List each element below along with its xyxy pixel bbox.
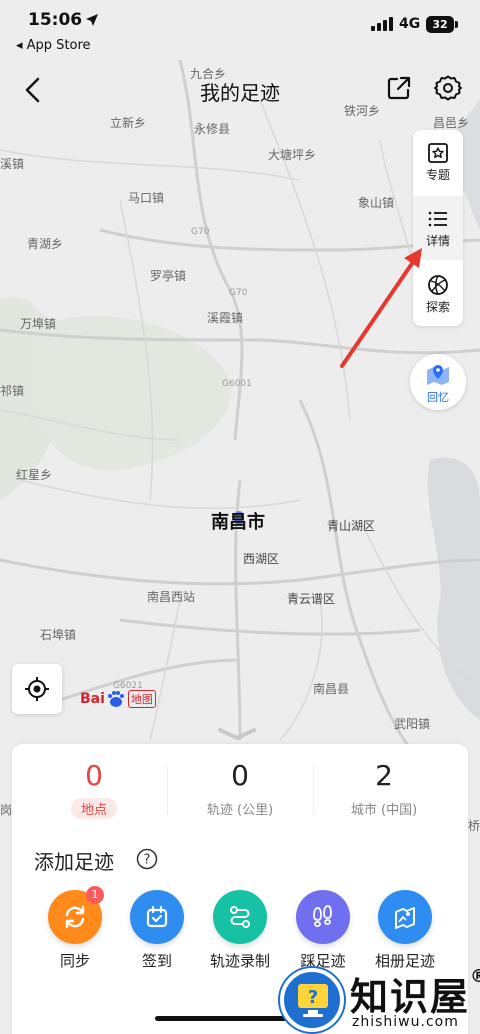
map-label: 昌邑乡 [433, 116, 470, 130]
action-track-record[interactable]: 轨迹录制 [205, 890, 275, 971]
map-label: 青湖乡 [27, 237, 64, 251]
stat-label: 城市 (中国) [350, 803, 418, 818]
sync-icon [65, 905, 85, 929]
action-checkin[interactable]: 签到 [122, 890, 192, 971]
map-label: 南昌西站 [147, 590, 196, 604]
map-label: 铁河乡 [344, 104, 381, 118]
map-label: 祁镇 [0, 384, 25, 398]
action-label: 签到 [141, 952, 172, 970]
map-district-label: 西湖区 [243, 552, 280, 566]
map-label: 岗 [0, 803, 13, 817]
battery-level: 32 [432, 18, 448, 31]
list-icon [428, 211, 447, 227]
checkin-button[interactable] [130, 890, 184, 944]
action-footprint[interactable]: 踩足迹 [288, 890, 358, 971]
memory-button[interactable]: 回忆 [410, 354, 466, 410]
baidu-map-logo: Bai 地图 [80, 690, 156, 708]
stat-value: 2 [375, 759, 393, 792]
footprint-icon [313, 905, 332, 927]
baidu-logo-text: Bai [80, 691, 105, 707]
action-label: 轨迹录制 [209, 952, 270, 970]
locate-button[interactable] [12, 664, 62, 714]
battery-icon: 32 [426, 16, 458, 33]
stat-value: 0 [85, 759, 103, 792]
map-label: 大塘坪乡 [268, 148, 317, 162]
side-item-label: 探索 [425, 300, 450, 314]
sync-button[interactable]: 1 [48, 886, 104, 944]
watermark-reg: ® [470, 966, 480, 987]
watermark-name: 知识屋 [350, 975, 471, 1019]
map-road-label: G70 [229, 288, 248, 298]
track-record-icon [230, 906, 250, 928]
baidu-paw-icon [107, 691, 124, 707]
side-item-explore[interactable]: 探索 [413, 262, 463, 326]
chevron-down-icon[interactable] [214, 724, 260, 744]
map-label: 立新乡 [110, 116, 147, 130]
topic-icon [428, 143, 448, 163]
stat-places[interactable]: 0 地点 [18, 758, 170, 819]
add-footprint-title: 添加足迹 [34, 850, 114, 874]
side-menu: 专题 详情 探索 [413, 130, 463, 326]
map-label: 象山镇 [358, 196, 395, 210]
location-arrow-icon [86, 14, 98, 26]
map-label: 南昌县 [313, 682, 350, 696]
album-icon [395, 907, 415, 929]
map-label: 罗亭镇 [150, 269, 187, 283]
svg-text:?: ? [308, 987, 318, 1008]
share-icon[interactable] [385, 74, 413, 102]
watermark-url: zhishiwu.com [352, 1014, 459, 1030]
map-label: 桥 [468, 819, 480, 833]
map-district-label: 青云谱区 [287, 592, 336, 606]
footprint-button[interactable] [296, 890, 350, 944]
sync-badge: 1 [86, 886, 104, 904]
map-label: 永修县 [194, 122, 231, 136]
stat-value: 0 [231, 759, 249, 792]
map-label: 溪霞镇 [207, 311, 244, 325]
map-label: 万埠镇 [20, 317, 57, 331]
watermark-text: 知识屋® [350, 966, 480, 1021]
action-label: 同步 [59, 952, 90, 970]
crosshair-icon [25, 677, 49, 701]
checkin-icon [146, 905, 168, 928]
album-button[interactable] [378, 890, 432, 944]
help-glyph: ? [144, 853, 151, 868]
back-to-app-store[interactable]: ◂ App Store [16, 38, 91, 53]
home-indicator[interactable] [155, 1016, 295, 1021]
signal-icon [371, 17, 393, 31]
track-record-button[interactable] [213, 890, 267, 944]
memory-map-icon [427, 365, 449, 385]
side-item-label: 专题 [425, 168, 450, 182]
city-label[interactable]: 南昌市 [211, 514, 265, 532]
baidu-logo-suffix: 地图 [127, 690, 156, 708]
map-label: 马口镇 [128, 191, 165, 205]
network-type: 4G [399, 16, 421, 32]
question-monitor-icon: ? [298, 984, 328, 1017]
gear-icon[interactable] [434, 74, 462, 102]
watermark-logo: ? 知识屋® zhishiwu.com [280, 962, 480, 1034]
side-item-label: 详情 [425, 234, 450, 248]
memory-label: 回忆 [427, 391, 449, 404]
map-road-label: G70 [191, 227, 210, 237]
map-label: 红星乡 [16, 468, 53, 482]
map-road-label: G6001 [222, 379, 252, 389]
side-item-details[interactable]: 详情 [413, 196, 463, 260]
stat-label: 轨迹 (公里) [206, 803, 274, 818]
help-icon[interactable]: ? [136, 848, 158, 870]
stat-cities[interactable]: 2 城市 (中国) [308, 758, 460, 819]
map-label: 溪镇 [0, 157, 25, 171]
status-time: 15:06 [28, 10, 83, 30]
status-bar: 15:06 ◂ App Store 4G 32 [0, 0, 480, 58]
map-district-label: 青山湖区 [327, 519, 376, 533]
watermark-badge: ? [280, 968, 344, 1032]
stat-tracks[interactable]: 0 轨迹 (公里) [164, 758, 316, 819]
map-label: 武阳镇 [394, 717, 431, 731]
stat-label: 地点 [70, 798, 117, 819]
explore-icon [428, 275, 448, 295]
action-sync[interactable]: 1 同步 [40, 886, 110, 971]
action-album[interactable]: 相册足迹 [370, 890, 440, 971]
map-label: 石埠镇 [40, 628, 77, 642]
side-item-topic[interactable]: 专题 [413, 130, 463, 194]
